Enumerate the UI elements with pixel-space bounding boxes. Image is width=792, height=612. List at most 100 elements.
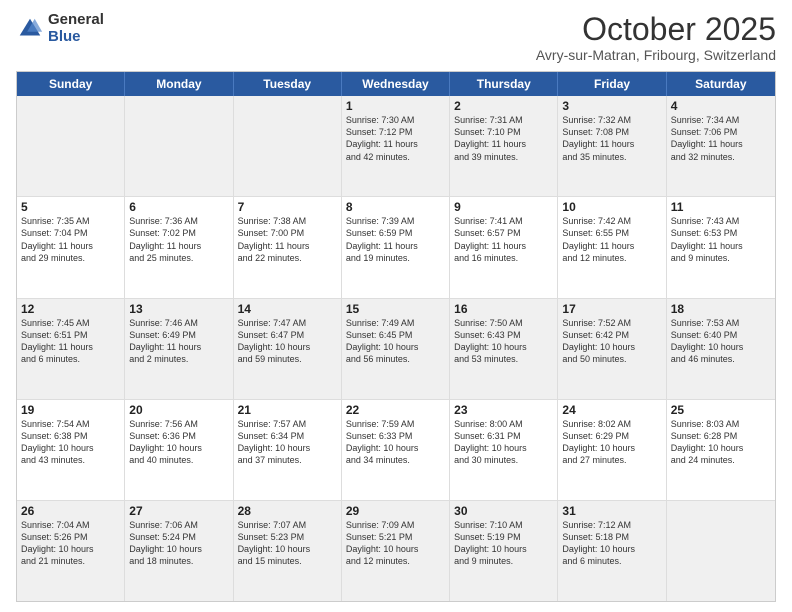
day-info: Sunrise: 7:49 AM Sunset: 6:45 PM Dayligh… xyxy=(346,317,445,366)
cal-cell: 1Sunrise: 7:30 AM Sunset: 7:12 PM Daylig… xyxy=(342,96,450,196)
title-block: October 2025 Avry-sur-Matran, Fribourg, … xyxy=(536,12,776,63)
cal-week-3: 19Sunrise: 7:54 AM Sunset: 6:38 PM Dayli… xyxy=(17,400,775,501)
day-info: Sunrise: 8:00 AM Sunset: 6:31 PM Dayligh… xyxy=(454,418,553,467)
day-info: Sunrise: 7:32 AM Sunset: 7:08 PM Dayligh… xyxy=(562,114,661,163)
cal-header-sunday: Sunday xyxy=(17,72,125,96)
cal-cell xyxy=(17,96,125,196)
cal-cell: 24Sunrise: 8:02 AM Sunset: 6:29 PM Dayli… xyxy=(558,400,666,500)
cal-cell: 11Sunrise: 7:43 AM Sunset: 6:53 PM Dayli… xyxy=(667,197,775,297)
cal-cell: 28Sunrise: 7:07 AM Sunset: 5:23 PM Dayli… xyxy=(234,501,342,601)
day-number: 6 xyxy=(129,200,228,214)
cal-cell xyxy=(234,96,342,196)
day-number: 13 xyxy=(129,302,228,316)
day-number: 18 xyxy=(671,302,771,316)
day-number: 28 xyxy=(238,504,337,518)
cal-week-4: 26Sunrise: 7:04 AM Sunset: 5:26 PM Dayli… xyxy=(17,501,775,601)
cal-cell xyxy=(125,96,233,196)
day-info: Sunrise: 7:10 AM Sunset: 5:19 PM Dayligh… xyxy=(454,519,553,568)
calendar: SundayMondayTuesdayWednesdayThursdayFrid… xyxy=(16,71,776,602)
cal-header-thursday: Thursday xyxy=(450,72,558,96)
cal-cell: 10Sunrise: 7:42 AM Sunset: 6:55 PM Dayli… xyxy=(558,197,666,297)
day-info: Sunrise: 7:34 AM Sunset: 7:06 PM Dayligh… xyxy=(671,114,771,163)
day-info: Sunrise: 7:07 AM Sunset: 5:23 PM Dayligh… xyxy=(238,519,337,568)
day-number: 1 xyxy=(346,99,445,113)
day-number: 4 xyxy=(671,99,771,113)
cal-cell: 23Sunrise: 8:00 AM Sunset: 6:31 PM Dayli… xyxy=(450,400,558,500)
day-number: 17 xyxy=(562,302,661,316)
cal-header-friday: Friday xyxy=(558,72,666,96)
day-info: Sunrise: 7:52 AM Sunset: 6:42 PM Dayligh… xyxy=(562,317,661,366)
day-info: Sunrise: 7:06 AM Sunset: 5:24 PM Dayligh… xyxy=(129,519,228,568)
cal-cell: 25Sunrise: 8:03 AM Sunset: 6:28 PM Dayli… xyxy=(667,400,775,500)
day-number: 5 xyxy=(21,200,120,214)
cal-cell: 13Sunrise: 7:46 AM Sunset: 6:49 PM Dayli… xyxy=(125,299,233,399)
day-number: 22 xyxy=(346,403,445,417)
logo: General Blue xyxy=(16,12,104,45)
header: General Blue October 2025 Avry-sur-Matra… xyxy=(16,12,776,63)
day-info: Sunrise: 7:53 AM Sunset: 6:40 PM Dayligh… xyxy=(671,317,771,366)
day-number: 16 xyxy=(454,302,553,316)
day-info: Sunrise: 7:43 AM Sunset: 6:53 PM Dayligh… xyxy=(671,215,771,264)
day-info: Sunrise: 8:02 AM Sunset: 6:29 PM Dayligh… xyxy=(562,418,661,467)
month-title: October 2025 xyxy=(536,12,776,47)
logo-text: General Blue xyxy=(48,12,104,45)
day-info: Sunrise: 7:46 AM Sunset: 6:49 PM Dayligh… xyxy=(129,317,228,366)
day-info: Sunrise: 7:50 AM Sunset: 6:43 PM Dayligh… xyxy=(454,317,553,366)
day-info: Sunrise: 7:09 AM Sunset: 5:21 PM Dayligh… xyxy=(346,519,445,568)
day-info: Sunrise: 7:30 AM Sunset: 7:12 PM Dayligh… xyxy=(346,114,445,163)
cal-week-2: 12Sunrise: 7:45 AM Sunset: 6:51 PM Dayli… xyxy=(17,299,775,400)
logo-blue-label: Blue xyxy=(48,29,104,46)
day-number: 14 xyxy=(238,302,337,316)
cal-cell: 3Sunrise: 7:32 AM Sunset: 7:08 PM Daylig… xyxy=(558,96,666,196)
day-number: 9 xyxy=(454,200,553,214)
day-number: 7 xyxy=(238,200,337,214)
cal-header-monday: Monday xyxy=(125,72,233,96)
location-title: Avry-sur-Matran, Fribourg, Switzerland xyxy=(536,47,776,63)
day-number: 21 xyxy=(238,403,337,417)
cal-cell: 9Sunrise: 7:41 AM Sunset: 6:57 PM Daylig… xyxy=(450,197,558,297)
cal-cell: 6Sunrise: 7:36 AM Sunset: 7:02 PM Daylig… xyxy=(125,197,233,297)
cal-cell: 14Sunrise: 7:47 AM Sunset: 6:47 PM Dayli… xyxy=(234,299,342,399)
day-info: Sunrise: 7:41 AM Sunset: 6:57 PM Dayligh… xyxy=(454,215,553,264)
cal-header-saturday: Saturday xyxy=(667,72,775,96)
day-number: 24 xyxy=(562,403,661,417)
day-number: 15 xyxy=(346,302,445,316)
cal-cell: 8Sunrise: 7:39 AM Sunset: 6:59 PM Daylig… xyxy=(342,197,450,297)
cal-cell: 19Sunrise: 7:54 AM Sunset: 6:38 PM Dayli… xyxy=(17,400,125,500)
calendar-body: 1Sunrise: 7:30 AM Sunset: 7:12 PM Daylig… xyxy=(17,96,775,601)
page: General Blue October 2025 Avry-sur-Matra… xyxy=(0,0,792,612)
cal-cell: 22Sunrise: 7:59 AM Sunset: 6:33 PM Dayli… xyxy=(342,400,450,500)
cal-cell: 17Sunrise: 7:52 AM Sunset: 6:42 PM Dayli… xyxy=(558,299,666,399)
cal-header-tuesday: Tuesday xyxy=(234,72,342,96)
cal-cell: 30Sunrise: 7:10 AM Sunset: 5:19 PM Dayli… xyxy=(450,501,558,601)
day-info: Sunrise: 7:57 AM Sunset: 6:34 PM Dayligh… xyxy=(238,418,337,467)
cal-week-0: 1Sunrise: 7:30 AM Sunset: 7:12 PM Daylig… xyxy=(17,96,775,197)
cal-cell: 5Sunrise: 7:35 AM Sunset: 7:04 PM Daylig… xyxy=(17,197,125,297)
day-number: 10 xyxy=(562,200,661,214)
logo-general-label: General xyxy=(48,12,104,29)
day-info: Sunrise: 7:36 AM Sunset: 7:02 PM Dayligh… xyxy=(129,215,228,264)
cal-cell: 29Sunrise: 7:09 AM Sunset: 5:21 PM Dayli… xyxy=(342,501,450,601)
day-info: Sunrise: 7:12 AM Sunset: 5:18 PM Dayligh… xyxy=(562,519,661,568)
day-number: 12 xyxy=(21,302,120,316)
cal-week-1: 5Sunrise: 7:35 AM Sunset: 7:04 PM Daylig… xyxy=(17,197,775,298)
cal-cell xyxy=(667,501,775,601)
day-number: 11 xyxy=(671,200,771,214)
cal-cell: 4Sunrise: 7:34 AM Sunset: 7:06 PM Daylig… xyxy=(667,96,775,196)
day-number: 27 xyxy=(129,504,228,518)
cal-cell: 2Sunrise: 7:31 AM Sunset: 7:10 PM Daylig… xyxy=(450,96,558,196)
day-info: Sunrise: 7:35 AM Sunset: 7:04 PM Dayligh… xyxy=(21,215,120,264)
day-info: Sunrise: 7:59 AM Sunset: 6:33 PM Dayligh… xyxy=(346,418,445,467)
day-number: 20 xyxy=(129,403,228,417)
cal-cell: 18Sunrise: 7:53 AM Sunset: 6:40 PM Dayli… xyxy=(667,299,775,399)
cal-cell: 31Sunrise: 7:12 AM Sunset: 5:18 PM Dayli… xyxy=(558,501,666,601)
day-number: 3 xyxy=(562,99,661,113)
day-info: Sunrise: 7:45 AM Sunset: 6:51 PM Dayligh… xyxy=(21,317,120,366)
cal-cell: 20Sunrise: 7:56 AM Sunset: 6:36 PM Dayli… xyxy=(125,400,233,500)
cal-cell: 26Sunrise: 7:04 AM Sunset: 5:26 PM Dayli… xyxy=(17,501,125,601)
day-info: Sunrise: 7:56 AM Sunset: 6:36 PM Dayligh… xyxy=(129,418,228,467)
cal-cell: 21Sunrise: 7:57 AM Sunset: 6:34 PM Dayli… xyxy=(234,400,342,500)
day-info: Sunrise: 7:04 AM Sunset: 5:26 PM Dayligh… xyxy=(21,519,120,568)
day-number: 8 xyxy=(346,200,445,214)
cal-header-wednesday: Wednesday xyxy=(342,72,450,96)
